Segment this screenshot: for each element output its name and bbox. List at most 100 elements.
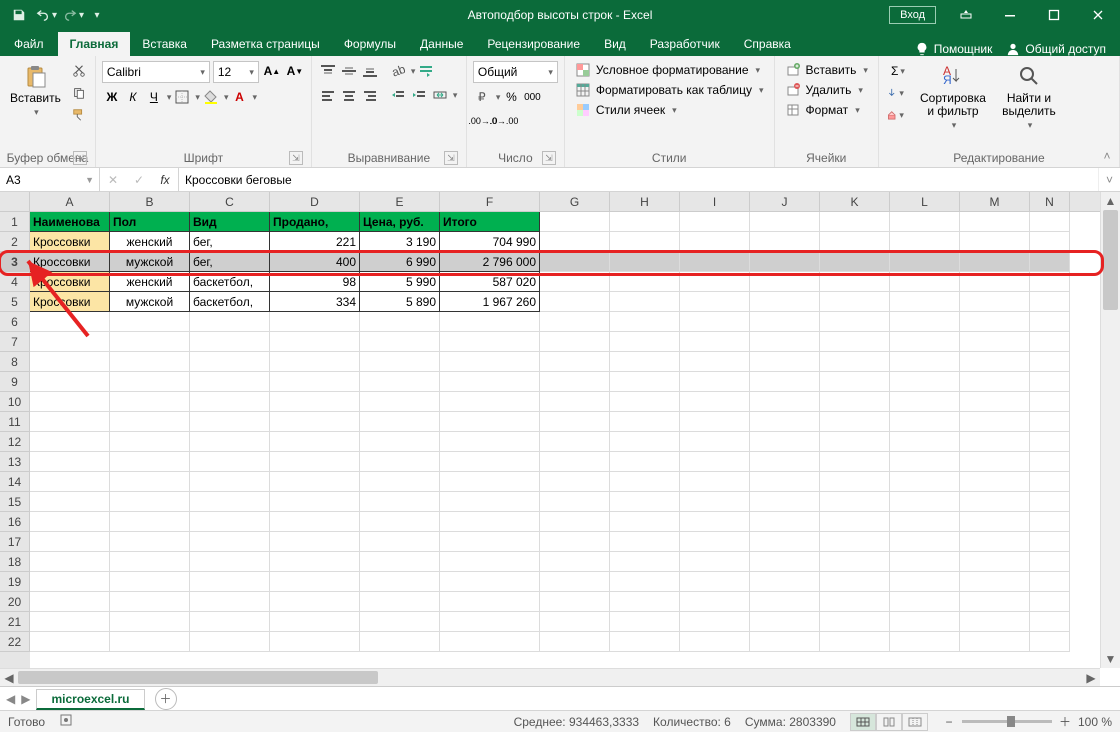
- cell[interactable]: [610, 412, 680, 432]
- cell[interactable]: [360, 392, 440, 412]
- login-button[interactable]: Вход: [889, 6, 936, 24]
- cell[interactable]: [190, 612, 270, 632]
- column-header[interactable]: N: [1030, 192, 1070, 212]
- column-header[interactable]: F: [440, 192, 540, 212]
- cell[interactable]: [30, 472, 110, 492]
- format-as-table-button[interactable]: Форматировать как таблицу▾: [571, 81, 768, 99]
- cell[interactable]: [110, 352, 190, 372]
- cell[interactable]: [680, 592, 750, 612]
- cell[interactable]: [440, 612, 540, 632]
- cell[interactable]: [820, 492, 890, 512]
- cut-icon[interactable]: [69, 61, 89, 81]
- cell[interactable]: [30, 612, 110, 632]
- cell[interactable]: [540, 472, 610, 492]
- cell[interactable]: 704 990: [440, 232, 540, 252]
- cell[interactable]: [540, 612, 610, 632]
- enter-formula-icon[interactable]: ✓: [126, 168, 152, 191]
- column-header[interactable]: H: [610, 192, 680, 212]
- cell[interactable]: [270, 472, 360, 492]
- cell[interactable]: [610, 332, 680, 352]
- cell[interactable]: [820, 412, 890, 432]
- column-header[interactable]: G: [540, 192, 610, 212]
- cell[interactable]: [750, 312, 820, 332]
- cell[interactable]: [680, 492, 750, 512]
- cell[interactable]: [270, 572, 360, 592]
- row-header[interactable]: 10: [0, 392, 30, 412]
- font-launcher-icon[interactable]: ⇲: [289, 151, 303, 165]
- cell[interactable]: [610, 572, 680, 592]
- cell[interactable]: [750, 492, 820, 512]
- cell[interactable]: [680, 412, 750, 432]
- cell[interactable]: [270, 332, 360, 352]
- cell[interactable]: [1030, 392, 1070, 412]
- cell[interactable]: [890, 552, 960, 572]
- cell[interactable]: [890, 472, 960, 492]
- cell[interactable]: [190, 392, 270, 412]
- minimize-icon[interactable]: [988, 0, 1032, 30]
- cell[interactable]: [440, 352, 540, 372]
- column-header[interactable]: K: [820, 192, 890, 212]
- cell[interactable]: [360, 632, 440, 652]
- column-header[interactable]: C: [190, 192, 270, 212]
- cell[interactable]: [820, 632, 890, 652]
- cell[interactable]: [820, 312, 890, 332]
- cell[interactable]: [1030, 272, 1070, 292]
- cell[interactable]: [110, 392, 190, 412]
- cell[interactable]: [30, 452, 110, 472]
- cell[interactable]: [440, 592, 540, 612]
- cells-area[interactable]: НаименоваПолВидПродано,Цена, руб.ИтогоКр…: [30, 212, 1100, 668]
- cell[interactable]: [30, 492, 110, 512]
- number-format-select[interactable]: Общий▾: [473, 61, 558, 83]
- cell[interactable]: [1030, 472, 1070, 492]
- comma-style-icon[interactable]: 000: [522, 87, 542, 107]
- cell[interactable]: [30, 512, 110, 532]
- row-header[interactable]: 7: [0, 332, 30, 352]
- cell[interactable]: [890, 212, 960, 232]
- cell[interactable]: [750, 412, 820, 432]
- cell[interactable]: [820, 472, 890, 492]
- cell[interactable]: [960, 292, 1030, 312]
- cell[interactable]: [960, 372, 1030, 392]
- cell[interactable]: [820, 612, 890, 632]
- percent-icon[interactable]: %: [501, 87, 521, 107]
- cell[interactable]: [610, 592, 680, 612]
- cell[interactable]: [30, 572, 110, 592]
- clipboard-launcher-icon[interactable]: ⇲: [73, 151, 87, 165]
- cell[interactable]: [440, 572, 540, 592]
- tab-view[interactable]: Вид: [592, 32, 638, 56]
- zoom-out-icon[interactable]: −: [942, 715, 956, 729]
- cell[interactable]: [440, 632, 540, 652]
- cell[interactable]: [890, 272, 960, 292]
- namebox-dropdown-icon[interactable]: ▼: [80, 175, 99, 185]
- cell[interactable]: [540, 492, 610, 512]
- name-box-input[interactable]: [0, 173, 80, 187]
- cell[interactable]: [960, 272, 1030, 292]
- cell[interactable]: [1030, 632, 1070, 652]
- cell[interactable]: [610, 272, 680, 292]
- cell[interactable]: [750, 212, 820, 232]
- cell[interactable]: [360, 372, 440, 392]
- cell[interactable]: [270, 372, 360, 392]
- cell[interactable]: [820, 232, 890, 252]
- underline-button[interactable]: Ч: [144, 87, 164, 107]
- cell[interactable]: [190, 472, 270, 492]
- cell[interactable]: [190, 512, 270, 532]
- cell[interactable]: [190, 352, 270, 372]
- cell[interactable]: [610, 212, 680, 232]
- cell[interactable]: [190, 332, 270, 352]
- cell[interactable]: [110, 432, 190, 452]
- cell[interactable]: [540, 632, 610, 652]
- cell[interactable]: [440, 312, 540, 332]
- cell[interactable]: Наименова: [30, 212, 110, 232]
- row-header[interactable]: 3: [0, 252, 30, 272]
- cell[interactable]: 98: [270, 272, 360, 292]
- name-box[interactable]: ▼: [0, 168, 100, 191]
- undo-icon[interactable]: [32, 4, 54, 26]
- cell[interactable]: [960, 252, 1030, 272]
- cell[interactable]: [440, 512, 540, 532]
- collapse-ribbon-icon[interactable]: ˄: [1098, 147, 1116, 165]
- new-sheet-icon[interactable]: ＋: [155, 688, 177, 710]
- zoom-in-icon[interactable]: ＋: [1058, 715, 1072, 729]
- cell[interactable]: [680, 312, 750, 332]
- cell[interactable]: [610, 352, 680, 372]
